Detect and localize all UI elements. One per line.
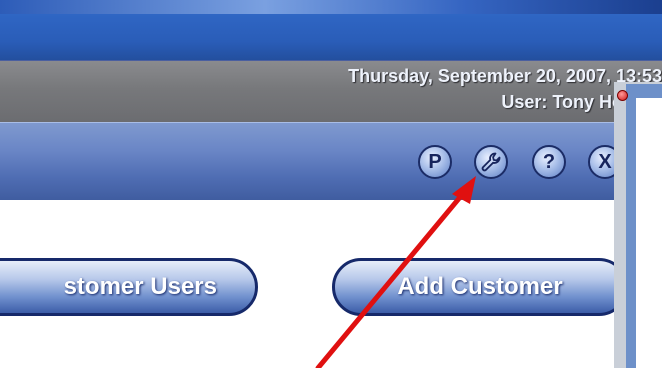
help-button[interactable]: ? — [532, 145, 566, 179]
close-icon: X — [598, 150, 612, 173]
background-top-strip — [0, 0, 662, 14]
help-icon: ? — [542, 150, 556, 173]
popup-close-icon[interactable] — [617, 90, 628, 101]
customer-users-button[interactable]: stomer Users — [0, 258, 258, 316]
wrench-icon — [481, 152, 501, 172]
p-icon-button[interactable]: P — [418, 145, 452, 179]
p-icon: P — [428, 150, 442, 173]
popup-window-content — [636, 98, 662, 368]
add-customer-button[interactable]: Add Customer — [332, 258, 628, 316]
user-name-text: User: Tony Hoffhin — [501, 92, 662, 112]
top-banner — [0, 14, 662, 60]
datetime-text: Thursday, September 20, 2007, 13:53 — [348, 66, 662, 86]
settings-button[interactable] — [474, 145, 508, 179]
